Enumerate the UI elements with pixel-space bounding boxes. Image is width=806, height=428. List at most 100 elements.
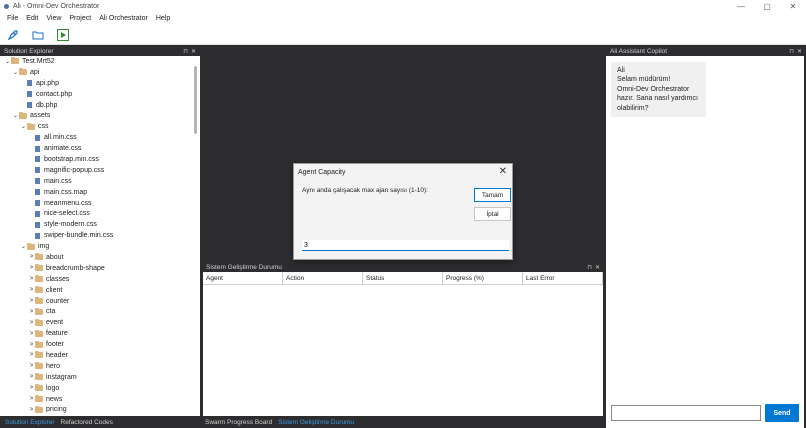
tab-sistem-gelistirme-durumu[interactable]: Sistem Geliştirme Durumu [278,419,354,426]
tree-folder[interactable]: ⌄ assets [0,110,200,121]
rocket-icon[interactable] [5,28,20,42]
tree-file[interactable]: db.php [0,100,200,111]
tree-folder[interactable]: > event [0,317,200,328]
menu-edit[interactable]: Edit [22,15,42,22]
column-action[interactable]: Action [283,272,363,284]
close-icon[interactable]: ✕ [499,166,507,177]
chevron-down-icon[interactable]: ⌄ [20,123,27,130]
send-button[interactable]: Send [765,404,799,422]
menu-view[interactable]: View [42,15,65,22]
tab-refactored-codes[interactable]: Refactored Codes [61,419,113,426]
chat-input[interactable] [611,405,761,421]
tree-item-label: breadcrumb-shape [46,264,105,272]
column-status[interactable]: Status [363,272,443,284]
folder-icon [35,318,43,326]
file-icon [27,80,32,87]
column-agent[interactable]: Agent [203,272,283,284]
tree-item-label: header [46,351,68,359]
chevron-right-icon[interactable]: > [28,374,35,380]
close-window-button[interactable]: ✕ [780,0,806,12]
minimize-button[interactable]: — [728,0,754,12]
tree-folder[interactable]: ⌄ img [0,241,200,252]
maximize-button[interactable]: ▢ [754,0,780,12]
tree-file[interactable]: swiper-bundle.min.css [0,230,200,241]
tree-folder[interactable]: > hero [0,361,200,372]
pin-icon[interactable]: ⊓ [789,48,794,55]
tree-folder[interactable]: > cta [0,306,200,317]
tree-scrollbar[interactable] [194,66,197,134]
tree-folder[interactable]: > logo [0,383,200,394]
tree-file[interactable]: magnific-popup.css [0,165,200,176]
tree-folder[interactable]: > feature [0,328,200,339]
open-folder-icon[interactable] [30,28,45,42]
tree-file[interactable]: main.css [0,176,200,187]
tree-folder[interactable]: > header [0,350,200,361]
tree-folder[interactable]: > about [0,252,200,263]
tree-file[interactable]: bootstrap.min.css [0,154,200,165]
chevron-right-icon[interactable]: > [28,309,35,315]
tree-item-label: all.min.css [44,134,77,142]
tree-file[interactable]: api.php [0,78,200,89]
chevron-right-icon[interactable]: > [28,396,35,402]
folder-icon [35,329,43,337]
chevron-right-icon[interactable]: > [28,352,35,358]
folder-icon [35,297,43,305]
chevron-right-icon[interactable]: > [28,363,35,369]
chevron-right-icon[interactable]: > [28,298,35,304]
close-icon[interactable]: ✕ [595,264,600,271]
chevron-down-icon[interactable]: ⌄ [12,69,19,76]
close-icon[interactable]: ✕ [797,48,802,55]
tab-swarm-progress-board[interactable]: Swarm Progress Board [205,419,272,426]
tree-folder[interactable]: ⌄ api [0,67,200,78]
chevron-right-icon[interactable]: > [28,331,35,337]
close-icon[interactable]: ✕ [191,48,196,55]
message-line: olabilirim? [617,104,649,112]
chevron-down-icon[interactable]: ⌄ [12,112,19,119]
tree-file[interactable]: animate.css [0,143,200,154]
tree-item-label: bootstrap.min.css [44,155,99,163]
tree-folder[interactable]: ⌄ Test.Mrt52 [0,56,200,67]
tree-folder[interactable]: ⌄ css [0,121,200,132]
tree-item-label: Test.Mrt52 [22,57,55,65]
chevron-right-icon[interactable]: > [28,276,35,282]
folder-icon [35,286,43,294]
tree-file[interactable]: all.min.css [0,132,200,143]
tree-folder[interactable]: > news [0,394,200,405]
cancel-button[interactable]: İptal [474,207,511,221]
chevron-down-icon[interactable]: ⌄ [4,58,11,65]
tree-folder[interactable]: > counter [0,296,200,307]
tree-folder[interactable]: > breadcrumb-shape [0,263,200,274]
tree-folder[interactable]: > instagram [0,372,200,383]
tree-folder[interactable]: > client [0,285,200,296]
menu-help[interactable]: Help [152,15,174,22]
tab-solution-explorer[interactable]: Solution Explorer [5,419,55,426]
chevron-right-icon[interactable]: > [28,385,35,391]
capacity-input[interactable] [302,240,509,251]
tree-folder[interactable]: > pricing [0,405,200,416]
chevron-down-icon[interactable]: ⌄ [20,243,27,250]
chevron-right-icon[interactable]: > [28,287,35,293]
chevron-right-icon[interactable]: > [28,407,35,413]
chevron-right-icon[interactable]: > [28,342,35,348]
tree-file[interactable]: nice-select.css [0,208,200,219]
status-panel: Sistem Geliştirme Durumu ⊓ ✕ Agent Actio… [202,263,604,417]
tree-file[interactable]: meanmenu.css [0,198,200,209]
pin-icon[interactable]: ⊓ [587,264,592,271]
chevron-right-icon[interactable]: > [28,265,35,271]
menu-ali-orchestrator[interactable]: Ali Orchestrator [95,15,152,22]
tree-file[interactable]: style-modern.css [0,219,200,230]
pin-icon[interactable]: ⊓ [183,48,188,55]
tree-folder[interactable]: > classes [0,274,200,285]
column-progress[interactable]: Progress (%) [443,272,523,284]
menu-project[interactable]: Project [65,15,95,22]
tree-folder[interactable]: > footer [0,339,200,350]
chevron-right-icon[interactable]: > [28,320,35,326]
run-icon[interactable] [55,28,70,42]
file-icon [35,145,40,152]
tree-file[interactable]: contact.php [0,89,200,100]
column-last-error[interactable]: Last Error [523,272,603,284]
tree-file[interactable]: main.css.map [0,187,200,198]
menu-file[interactable]: File [3,15,22,22]
chevron-right-icon[interactable]: > [28,254,35,260]
ok-button[interactable]: Tamam [474,188,511,202]
